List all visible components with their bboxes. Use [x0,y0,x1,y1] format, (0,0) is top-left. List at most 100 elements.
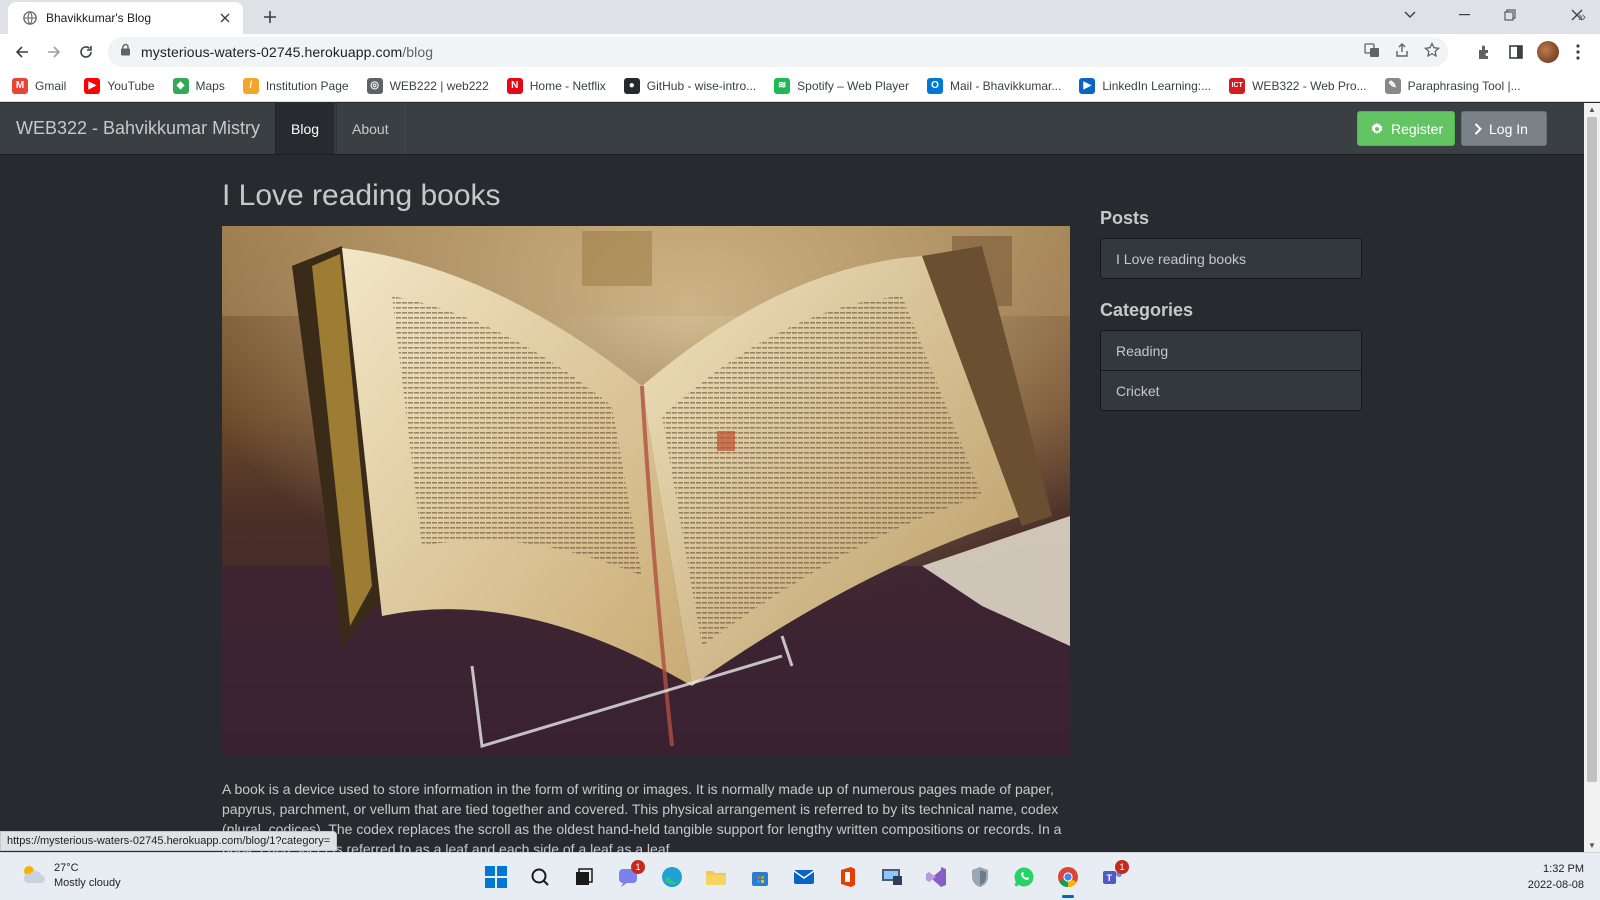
nav-blog[interactable]: Blog [275,103,336,154]
pen-icon: ✎ [1384,77,1401,94]
chevron-double-right-icon[interactable]: » [1578,8,1586,24]
address-bar[interactable]: mysterious-waters-02745.herokuapp.com/bl… [108,37,1448,67]
bookmark-label: Maps [195,78,225,93]
restore-icon[interactable] [1487,0,1533,30]
maps-icon: ◆ [172,77,189,94]
system-clock[interactable]: 1:32 PM 2022-08-08 [1528,861,1584,893]
close-tab-icon[interactable] [217,10,233,26]
teams-badge: 1 [1115,860,1129,874]
post-title: I Love reading books [222,179,501,212]
bookmark-label: WEB222 | web222 [389,78,489,93]
start-icon[interactable] [478,859,514,895]
gmail-icon: M [12,77,28,94]
minimize-icon[interactable] [1441,0,1487,30]
side-panel-icon[interactable] [1504,40,1528,64]
forward-icon[interactable] [42,40,66,64]
browser-tab[interactable]: Bhavikkumar's Blog [8,2,243,34]
post-link[interactable]: I Love reading books [1100,238,1362,279]
spotify-icon: ≋ [774,77,791,94]
edge-icon[interactable] [654,859,690,895]
tab-search-icon[interactable] [1387,0,1433,30]
store-icon[interactable] [742,859,778,895]
outlook-icon: O [926,77,943,94]
cloud-sun-icon [20,863,46,890]
mail-icon[interactable] [786,859,822,895]
translate-icon[interactable] [1364,42,1380,63]
bookmark-label: GitHub - wise-intro... [646,78,757,93]
url-host: mysterious-waters-02745.herokuapp.com [141,44,403,60]
bookmark-item[interactable]: ● GitHub - wise-intro... [623,77,757,94]
teams-icon[interactable]: T 1 [1094,859,1130,895]
reload-icon[interactable] [74,40,98,64]
chat-badge: 1 [631,860,645,874]
web-page: WEB322 - Bahvikkumar Mistry Blog About R… [0,103,1584,852]
bookmark-label: Institution Page [265,78,349,93]
weather-condition: Mostly cloudy [54,877,121,889]
globe-icon [22,10,38,26]
categories-heading: Categories [1100,300,1194,320]
bookmark-star-icon[interactable] [1424,41,1440,63]
url-text: mysterious-waters-02745.herokuapp.com/bl… [141,44,433,60]
chat-icon[interactable]: 1 [610,859,646,895]
page-scrollbar[interactable]: ▲ ▼ [1584,103,1600,852]
bookmark-label: Home - Netflix [529,78,606,93]
category-link-reading[interactable]: Reading [1100,330,1362,371]
nav-about[interactable]: About [336,103,405,154]
ict-icon: ICT [1229,77,1246,94]
bookmark-item[interactable]: ✎ Paraphrasing Tool |... [1384,77,1521,94]
remote-desktop-icon[interactable] [874,859,910,895]
bookmark-item[interactable]: M Gmail [12,77,67,94]
linkedin-learning-icon: ▶ [1079,77,1096,94]
lock-icon [120,43,131,61]
bookmark-label: Spotify – Web Player [797,78,909,93]
post-body: A book is a device used to store informa… [222,781,1062,852]
posts-list: I Love reading books [1100,238,1362,279]
scroll-up-icon[interactable]: ▲ [1588,105,1596,114]
bookmark-item[interactable]: / Institution Page [242,77,349,94]
close-window-icon[interactable] [1554,0,1600,30]
office-icon[interactable] [830,859,866,895]
bookmark-item[interactable]: N Home - Netflix [506,77,606,94]
menu-kebab-icon[interactable] [1566,40,1590,64]
netflix-icon: N [506,77,523,94]
link-status-bubble: https://mysterious-waters-02745.herokuap… [0,831,338,851]
file-explorer-icon[interactable] [698,859,734,895]
svg-text:T: T [1107,873,1113,883]
profile-avatar[interactable] [1536,40,1560,64]
bookmark-item[interactable]: ▶ LinkedIn Learning:... [1079,77,1211,94]
bookmark-label: Gmail [35,78,67,93]
tab-title: Bhavikkumar's Blog [46,11,151,25]
github-icon: ● [623,77,640,94]
new-tab-icon[interactable] [260,7,280,27]
bookmark-item[interactable]: ICT WEB322 - Web Pro... [1229,77,1367,94]
posts-heading: Posts [1100,208,1150,228]
bookmark-item[interactable]: ≋ Spotify – Web Player [774,77,909,94]
weather-widget[interactable]: 27°C Mostly cloudy [20,861,121,891]
chrome-icon[interactable] [1050,859,1086,898]
bookmark-label: WEB322 - Web Pro... [1252,78,1367,93]
categories-list: Reading Cricket [1100,330,1362,411]
institution-icon: / [242,77,259,94]
login-button[interactable]: Log In [1461,111,1547,146]
bookmark-item[interactable]: ▶ YouTube [84,77,155,94]
extensions-icon[interactable] [1472,40,1496,64]
post-image [222,226,1070,756]
site-brand[interactable]: WEB322 - Bahvikkumar Mistry [16,118,260,139]
search-icon[interactable] [522,859,558,895]
visual-studio-icon[interactable] [918,859,954,895]
register-button[interactable]: Register [1357,111,1455,146]
security-icon[interactable] [962,859,998,895]
clock-date: 2022-08-08 [1527,879,1584,891]
back-icon[interactable] [10,40,34,64]
bookmark-item[interactable]: O Mail - Bhavikkumar... [926,77,1062,94]
bookmark-item[interactable]: ◎ WEB222 | web222 [366,77,489,94]
scroll-down-icon[interactable]: ▼ [1588,841,1596,850]
bookmarks-bar: M Gmail ▶ YouTube ◆ Maps / Institution Page ◎ WEB… [0,70,1600,102]
bookmark-label: Mail - Bhavikkumar... [949,78,1062,93]
task-view-icon[interactable] [566,859,602,895]
share-icon[interactable] [1394,42,1410,63]
whatsapp-icon[interactable] [1006,859,1042,895]
bookmark-item[interactable]: ◆ Maps [172,77,225,94]
scrollbar-thumb[interactable] [1587,117,1597,782]
category-link-cricket[interactable]: Cricket [1100,370,1362,411]
